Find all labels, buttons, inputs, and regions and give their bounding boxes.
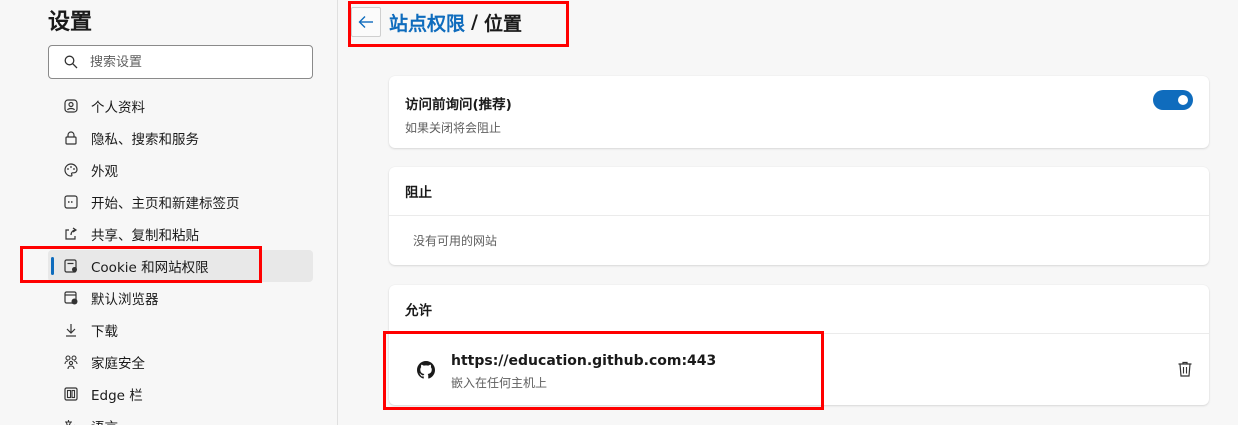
- sidebar-item-label: 开始、主页和新建标签页: [91, 196, 240, 212]
- settings-sidebar: 设置 个人资料 隐私、搜索和服务 外观 开始、主页和新建标签页 共享、复制和粘贴…: [0, 0, 338, 425]
- sidebar-item-label: 外观: [91, 164, 118, 180]
- sidebar-item-default-browser[interactable]: 默认浏览器: [48, 282, 313, 314]
- sidebar-item-downloads[interactable]: 下载: [48, 314, 313, 346]
- family-icon: [63, 354, 79, 370]
- ask-before-access-title: 访问前询问(推荐): [405, 97, 512, 113]
- sidebar-item-site-permissions[interactable]: Cookie 和网站权限: [48, 250, 313, 282]
- sidebar-item-label: 下载: [91, 324, 118, 340]
- block-card: 阻止 没有可用的网站: [389, 167, 1209, 265]
- palette-icon: [63, 162, 79, 178]
- ask-before-access-toggle[interactable]: [1153, 90, 1193, 110]
- search-box[interactable]: [48, 45, 313, 79]
- sidebar-item-label: 共享、复制和粘贴: [91, 228, 199, 244]
- back-button[interactable]: [351, 7, 381, 37]
- breadcrumb: 站点权限 / 位置: [351, 4, 522, 40]
- trash-icon[interactable]: [1177, 360, 1193, 378]
- sidebar-item-label: 默认浏览器: [91, 292, 159, 308]
- sidebar-item-label: 家庭安全: [91, 356, 145, 372]
- edge-bar-icon: [63, 386, 79, 402]
- allow-section-title: 允许: [389, 285, 1209, 334]
- share-icon: [63, 226, 79, 242]
- block-section-title: 阻止: [389, 167, 1209, 216]
- settings-nav: 个人资料 隐私、搜索和服务 外观 开始、主页和新建标签页 共享、复制和粘贴 Co…: [48, 90, 313, 425]
- sidebar-item-privacy[interactable]: 隐私、搜索和服务: [48, 122, 313, 154]
- sidebar-item-label: Edge 栏: [91, 388, 143, 404]
- sidebar-item-start-home[interactable]: 开始、主页和新建标签页: [48, 186, 313, 218]
- site-permissions-icon: [63, 258, 79, 274]
- site-url: https://education.github.com:443: [451, 353, 717, 369]
- sidebar-item-label: 语言: [91, 416, 118, 425]
- sidebar-item-share[interactable]: 共享、复制和粘贴: [48, 218, 313, 250]
- block-empty-text: 没有可用的网站: [413, 233, 498, 248]
- sidebar-item-label: 个人资料: [91, 100, 145, 116]
- breadcrumb-separator: /: [471, 11, 478, 33]
- site-description: 嵌入在任何主机上: [451, 376, 548, 390]
- home-tab-icon: [63, 194, 79, 210]
- main-content: 站点权限 / 位置 访问前询问(推荐) 如果关闭将会阻止 阻止 没有可用的网站 …: [339, 0, 1238, 425]
- sidebar-item-appearance[interactable]: 外观: [48, 154, 313, 186]
- allow-card: 允许 https://education.github.com:443 嵌入在任…: [389, 285, 1209, 405]
- sidebar-item-language[interactable]: 语言: [48, 410, 313, 425]
- search-input[interactable]: [90, 54, 290, 70]
- page-title: 位置: [483, 12, 522, 35]
- sidebar-item-profile[interactable]: 个人资料: [48, 90, 313, 122]
- breadcrumb-parent-link[interactable]: 站点权限: [389, 9, 465, 36]
- profile-icon: [63, 98, 79, 114]
- lock-icon: [63, 130, 79, 146]
- sidebar-item-label: Cookie 和网站权限: [91, 260, 209, 276]
- sidebar-item-label: 隐私、搜索和服务: [91, 132, 199, 148]
- sidebar-item-edge-bar[interactable]: Edge 栏: [48, 378, 313, 410]
- list-item[interactable]: https://education.github.com:443 嵌入在任何主机…: [389, 334, 1209, 405]
- download-icon: [63, 322, 79, 338]
- arrow-left-icon: [358, 16, 373, 28]
- language-icon: [63, 418, 79, 425]
- search-icon: [64, 55, 78, 69]
- ask-before-access-subtitle: 如果关闭将会阻止: [405, 121, 502, 135]
- settings-title: 设置: [48, 10, 93, 35]
- ask-before-access-card: 访问前询问(推荐) 如果关闭将会阻止: [389, 76, 1209, 148]
- github-icon: [417, 361, 435, 379]
- default-browser-icon: [63, 290, 79, 306]
- sidebar-item-family[interactable]: 家庭安全: [48, 346, 313, 378]
